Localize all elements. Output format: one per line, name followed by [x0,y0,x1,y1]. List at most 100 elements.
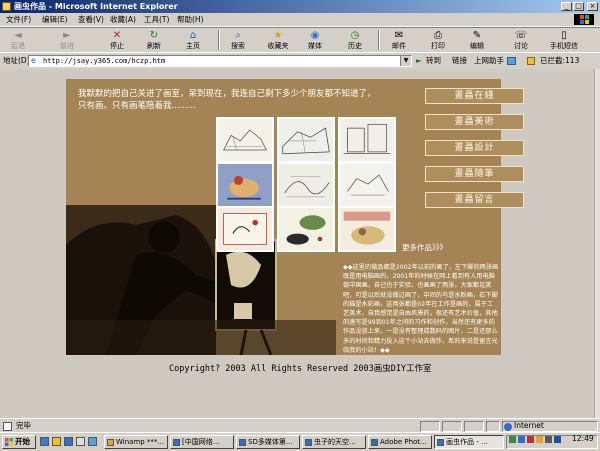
discuss-button[interactable]: ☏ 讨论 [506,28,536,53]
internet-globe-icon [504,423,512,431]
back-arrow-icon: ◄ [14,30,22,41]
media-button[interactable]: ◉ 媒体 [300,28,330,53]
mail-button[interactable]: ✉ 邮件 [384,28,414,53]
nav-art-button[interactable]: 畫蟲美術 [425,114,524,130]
address-label: 地址(D) [3,56,30,65]
task-label: [中国网络... [182,438,220,446]
start-button[interactable]: 开始 [2,435,36,449]
toolbar-separator [218,30,220,50]
popup-blocker-icon [527,57,535,65]
quicklaunch-ie-icon[interactable] [64,437,73,446]
print-button[interactable]: ⎙ 打印 [423,28,453,53]
favorites-label: 收藏夹 [267,42,289,50]
artwork-thumbnail[interactable] [338,162,396,208]
online-helper-button[interactable]: 上网助手 [474,56,504,66]
tray-volume-icon[interactable] [545,436,552,443]
artwork-thumbnail[interactable] [338,206,396,252]
menu-help[interactable]: 帮助(H) [177,14,204,25]
edit-button[interactable]: ✎ 编辑 [462,28,492,53]
history-icon: ◷ [350,30,360,41]
mail-label: 邮件 [392,42,406,50]
favorites-button[interactable]: ★ 收藏夹 [262,28,294,53]
search-button[interactable]: ⌕ 搜索 [223,28,253,53]
menu-tools[interactable]: 工具(T) [144,14,169,25]
address-input[interactable]: e http://jsay.y365.com/hczp.htm ▼ [28,55,412,67]
task-label: 虫子的天空... [314,438,356,446]
menu-bar: 文件(F) 编辑(E) 查看(V) 收藏(A) 工具(T) 帮助(H) [0,13,600,27]
quicklaunch-outlook-icon[interactable] [76,437,85,446]
close-button[interactable]: × [587,2,598,11]
media-label: 媒体 [308,42,322,50]
ie-page-icon [437,439,444,446]
ie-page-icon [239,439,246,446]
tray-antivirus-icon[interactable] [527,436,534,443]
quicklaunch-media-icon[interactable] [88,437,97,446]
address-dropdown-button[interactable]: ▼ [400,56,411,66]
maximize-button[interactable]: □ [573,2,584,11]
tray-network-icon[interactable] [509,436,516,443]
sms-button[interactable]: ▯ 手机短信 [544,28,584,53]
artwork-thumbnail[interactable] [216,117,274,163]
clock: 12:49 [572,434,594,443]
sms-label: 手机短信 [550,42,578,50]
artwork-thumbnail[interactable] [216,206,274,252]
task-adobe-photoshop[interactable]: Adobe Phot... [368,435,432,449]
forward-button[interactable]: ► 前进 [52,28,82,53]
toolbar: ◄ 后退 ► 前进 ✕ 停止 ↻ 刷新 ⌂ 主页 ⌕ 搜索 ★ 收藏夹 ◉ 媒体… [0,27,600,53]
back-button[interactable]: ◄ 后退 [3,28,33,53]
windows-logo-icon [574,14,594,25]
nav-guestbook-button[interactable]: 畫蟲留言 [425,192,524,208]
mail-icon: ✉ [394,30,404,41]
menu-file[interactable]: 文件(F) [6,14,31,25]
refresh-button[interactable]: ↻ 刷新 [139,28,169,53]
status-cell [442,421,462,432]
print-icon: ⎙ [434,30,442,41]
home-label: 主页 [186,42,200,50]
menu-favorites[interactable]: 收藏(A) [110,14,136,25]
forward-arrow-icon: ► [63,30,71,41]
task-bug-sky[interactable]: 虫子的天空... [302,435,366,449]
artwork-thumbnail[interactable] [277,117,335,163]
more-works-link[interactable]: 更多作品》》》 [402,243,447,253]
artwork-thumbnail[interactable] [216,162,274,208]
tray-ime-icon[interactable] [518,436,525,443]
quicklaunch-desktop-icon[interactable] [40,437,49,446]
copyright-text: Copyright? 2003 All Rights Reserved 2003… [169,364,432,374]
address-url: http://jsay.y365.com/hczp.htm [43,57,166,65]
windows-logo-icon [5,438,13,446]
search-icon: ⌕ [235,30,241,41]
links-button[interactable]: 链接 [452,56,467,66]
blocked-count[interactable]: 已拦截:113 [540,56,579,66]
edit-icon: ✎ [472,30,482,41]
forward-label: 前进 [60,42,74,50]
minimize-button[interactable]: _ [561,2,572,11]
tray-winamp-icon[interactable] [536,436,543,443]
artwork-thumbnail[interactable] [277,162,335,208]
task-winamp[interactable]: Winamp ***... [104,435,168,449]
home-button[interactable]: ⌂ 主页 [178,28,208,53]
discuss-label: 讨论 [514,42,528,50]
menu-edit[interactable]: 编辑(E) [42,14,68,25]
stop-button[interactable]: ✕ 停止 [102,28,132,53]
artwork-thumbnail[interactable] [277,206,335,252]
nav-design-button[interactable]: 畫蟲設計 [425,140,524,156]
go-arrow-icon: ► [416,56,422,65]
nav-essay-button[interactable]: 畫蟲隨筆 [425,166,524,182]
history-button[interactable]: ◷ 历史 [340,28,370,53]
intro-text: 我默默的把自己关进了画室，呆到现在，我连自己剩下多少个朋友都不知道了，只有画、只… [78,89,376,111]
winamp-icon [107,439,114,446]
quicklaunch-folder-icon[interactable] [52,437,61,446]
ie-page-icon [2,2,11,11]
task-sd-multimedia[interactable]: SD多媒体第... [236,435,300,449]
go-button[interactable]: 转到 [426,56,441,66]
menu-view[interactable]: 查看(V) [78,14,104,25]
tray-language-icon[interactable] [554,436,561,443]
page-done-icon [3,422,12,431]
helper-icon[interactable] [507,57,516,65]
nav-online-button[interactable]: 畫蟲在綫 [425,88,524,104]
artwork-thumbnail[interactable] [338,117,396,163]
task-huachong-works[interactable]: 画虫作品 - ... [434,435,504,449]
task-china-network[interactable]: [中国网络... [170,435,234,449]
vertical-scrollbar[interactable] [594,69,600,418]
phone-icon: ▯ [561,30,567,41]
